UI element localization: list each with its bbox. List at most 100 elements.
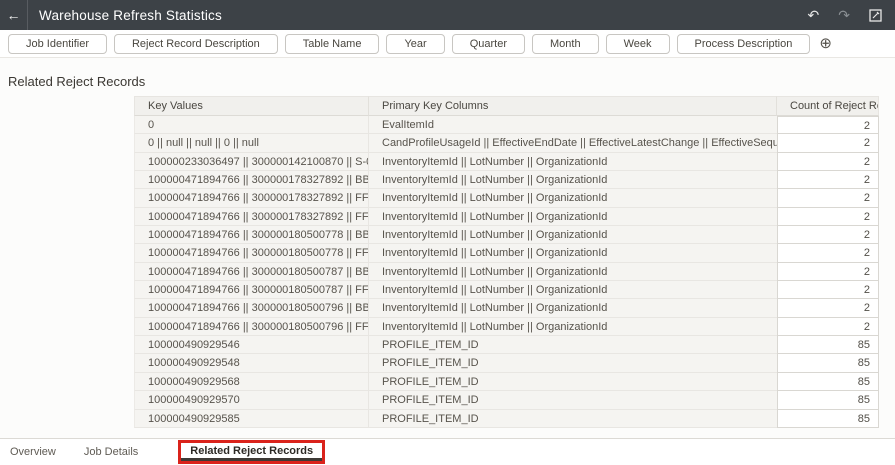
table-row[interactable]: 100000471894766 || 300000180500778 || FF…: [134, 244, 879, 263]
table-row[interactable]: 100000490929546 PROFILE_ITEM_ID 85: [134, 336, 879, 355]
undo-button[interactable]: ↶: [808, 8, 820, 22]
table-row[interactable]: 100000490929548 PROFILE_ITEM_ID 85: [134, 354, 879, 373]
column-header-count-of-reject-records[interactable]: Count of Reject Records: [777, 96, 879, 116]
back-button[interactable]: ←: [0, 0, 27, 30]
table-row[interactable]: 100000471894766 || 300000178327892 || FF…: [134, 207, 879, 227]
table-row[interactable]: 100000471894766 || 300000178327892 || FF…: [134, 189, 879, 208]
header-actions: ↶ ↷: [808, 8, 895, 22]
filter-chip-reject-record-description[interactable]: Reject Record Description: [113, 33, 278, 54]
count-cell: 2: [777, 207, 879, 227]
add-circle-icon: ⊕: [819, 35, 832, 52]
back-arrow-icon: ←: [6, 7, 21, 23]
section-title: Related Reject Records: [8, 74, 146, 89]
count-cell: 85: [777, 336, 879, 355]
tab-related-reject-records[interactable]: Related Reject Records: [181, 443, 323, 461]
filter-bar: Job Identifier Reject Record Description T…: [0, 30, 895, 58]
count-cell: 85: [777, 372, 879, 392]
table-row[interactable]: 100000471894766 || 300000180500787 || FF…: [134, 281, 879, 300]
primary-key-columns-cell: PROFILE_ITEM_ID: [369, 409, 777, 428]
table-row[interactable]: 100000233036497 || 300000142100870 || S-…: [134, 152, 879, 172]
key-values-cell: 0: [134, 116, 369, 135]
filter-chip-week[interactable]: Week: [605, 33, 670, 54]
table-row[interactable]: 100000490929568 PROFILE_ITEM_ID 85: [134, 372, 879, 392]
key-values-cell: 0 || null || null || 0 || null: [134, 134, 369, 153]
count-cell: 85: [777, 391, 879, 410]
table-header-row: Key Values Primary Key Columns Count of …: [134, 96, 879, 116]
key-values-cell: 100000471894766 || 300000180500787 || FF…: [134, 281, 369, 300]
count-cell: 2: [777, 299, 879, 318]
primary-key-columns-cell: InventoryItemId || LotNumber || Organiza…: [369, 281, 777, 300]
count-cell: 85: [777, 409, 879, 428]
key-values-cell: 100000471894766 || 300000180500787 || BB…: [134, 262, 369, 282]
table-body: 0 EvalItemId 2 0 || null || null || 0 || nu…: [134, 116, 879, 428]
table-row[interactable]: 100000471894766 || 300000178327892 || BB…: [134, 171, 879, 190]
count-cell: 2: [777, 226, 879, 245]
key-values-cell: 100000471894766 || 300000178327892 || FF…: [134, 189, 369, 208]
primary-key-columns-cell: InventoryItemId || LotNumber || Organiza…: [369, 244, 777, 263]
primary-key-columns-cell: InventoryItemId || LotNumber || Organiza…: [369, 189, 777, 208]
app-window: ← Warehouse Refresh Statistics ↶ ↷ Job I…: [0, 0, 895, 465]
count-cell: 2: [777, 317, 879, 337]
table-row[interactable]: 100000490929570 PROFILE_ITEM_ID 85: [134, 391, 879, 410]
redo-button[interactable]: ↷: [838, 8, 850, 22]
table-row[interactable]: 100000471894766 || 300000180500778 || BB…: [134, 226, 879, 245]
table-row[interactable]: 0 EvalItemId 2: [134, 116, 879, 135]
primary-key-columns-cell: InventoryItemId || LotNumber || Organiza…: [369, 317, 777, 337]
table-row[interactable]: 100000471894766 || 300000180500796 || FF…: [134, 317, 879, 337]
primary-key-columns-cell: InventoryItemId || LotNumber || Organiza…: [369, 262, 777, 282]
key-values-cell: 100000471894766 || 300000180500796 || BB…: [134, 299, 369, 318]
key-values-cell: 100000471894766 || 300000178327892 || BB…: [134, 171, 369, 190]
primary-key-columns-cell: InventoryItemId || LotNumber || Organiza…: [369, 299, 777, 318]
key-values-cell: 100000471894766 || 300000178327892 || FF…: [134, 207, 369, 227]
key-values-cell: 100000490929546: [134, 336, 369, 355]
key-values-cell: 100000471894766 || 300000180500796 || FF…: [134, 317, 369, 337]
page-title: Warehouse Refresh Statistics: [39, 7, 222, 23]
key-values-cell: 100000471894766 || 300000180500778 || BB…: [134, 226, 369, 245]
table-row[interactable]: 100000471894766 || 300000180500796 || BB…: [134, 299, 879, 318]
primary-key-columns-cell: PROFILE_ITEM_ID: [369, 391, 777, 410]
edit-icon: [869, 8, 882, 22]
primary-key-columns-cell: PROFILE_ITEM_ID: [369, 372, 777, 392]
filter-chip-month[interactable]: Month: [532, 33, 599, 54]
primary-key-columns-cell: InventoryItemId || LotNumber || Organiza…: [369, 226, 777, 245]
key-values-cell: 100000490929585: [134, 409, 369, 428]
table-row[interactable]: 0 || null || null || 0 || null CandProfil…: [134, 134, 879, 153]
count-cell: 2: [777, 244, 879, 263]
redo-icon: ↷: [838, 7, 850, 23]
column-header-primary-key-columns[interactable]: Primary Key Columns: [369, 96, 777, 116]
table-row[interactable]: 100000471894766 || 300000180500787 || BB…: [134, 262, 879, 282]
reject-records-table: Key Values Primary Key Columns Count of …: [134, 96, 879, 428]
edit-button[interactable]: [869, 8, 882, 22]
key-values-cell: 100000490929548: [134, 354, 369, 373]
filter-chip-table-name[interactable]: Table Name: [284, 33, 380, 54]
key-values-cell: 100000490929570: [134, 391, 369, 410]
tab-overview[interactable]: Overview: [8, 439, 58, 465]
primary-key-columns-cell: InventoryItemId || LotNumber || Organiza…: [369, 152, 777, 172]
tab-job-details[interactable]: Job Details: [82, 439, 140, 465]
count-cell: 85: [777, 354, 879, 373]
add-filter-button[interactable]: ⊕: [819, 36, 832, 51]
count-cell: 2: [777, 171, 879, 190]
primary-key-columns-cell: CandProfileUsageId || EffectiveEndDate |…: [369, 134, 777, 153]
key-values-cell: 100000490929568: [134, 372, 369, 392]
primary-key-columns-cell: EvalItemId: [369, 116, 777, 135]
filter-chip-year[interactable]: Year: [386, 33, 445, 54]
count-cell: 2: [777, 134, 879, 153]
filter-chip-quarter[interactable]: Quarter: [451, 33, 525, 54]
count-cell: 2: [777, 189, 879, 208]
annotation-box: Related Reject Records: [178, 440, 326, 464]
column-header-key-values[interactable]: Key Values: [134, 96, 369, 116]
filter-chip-job-identifier[interactable]: Job Identifier: [8, 33, 107, 54]
primary-key-columns-cell: PROFILE_ITEM_ID: [369, 336, 777, 355]
count-cell: 2: [777, 281, 879, 300]
count-cell: 2: [777, 152, 879, 172]
key-values-cell: 100000233036497 || 300000142100870 || S-…: [134, 152, 369, 172]
filter-chip-process-description[interactable]: Process Description: [676, 33, 811, 54]
primary-key-columns-cell: InventoryItemId || LotNumber || Organiza…: [369, 207, 777, 227]
table-row[interactable]: 100000490929585 PROFILE_ITEM_ID 85: [134, 409, 879, 428]
header-divider: [27, 0, 28, 30]
main-content: Related Reject Records Key Values Primar…: [0, 58, 895, 438]
primary-key-columns-cell: PROFILE_ITEM_ID: [369, 354, 777, 373]
filter-chip-list: Job Identifier Reject Record Description T…: [8, 33, 811, 54]
primary-key-columns-cell: InventoryItemId || LotNumber || Organiza…: [369, 171, 777, 190]
